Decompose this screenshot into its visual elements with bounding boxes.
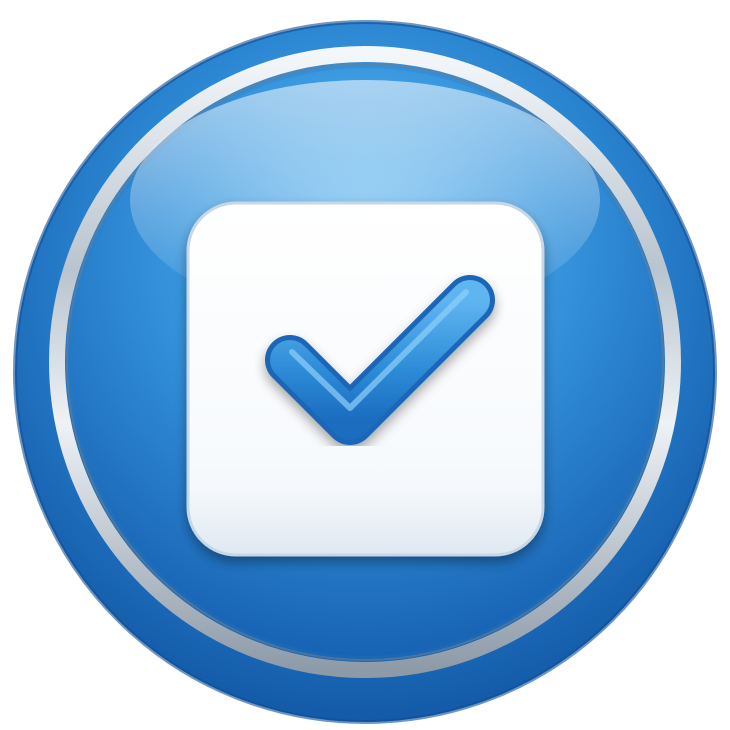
checkbox-checked-icon[interactable] (0, 0, 730, 730)
icon-stage (0, 0, 730, 730)
